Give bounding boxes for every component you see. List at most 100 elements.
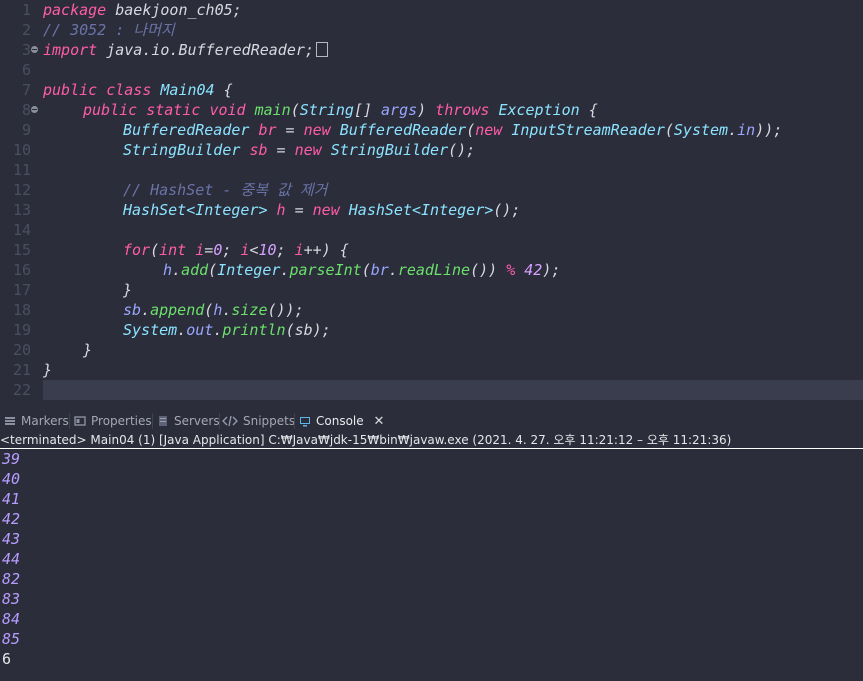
tab-divider	[69, 413, 70, 429]
line-number: 10	[12, 141, 31, 159]
line-number: 9	[21, 121, 31, 139]
line-number: 20	[12, 341, 31, 359]
keyword: throws	[435, 101, 490, 119]
tab-console[interactable]: Console ✕	[299, 410, 384, 432]
type-name: HashSet<Integer>	[123, 201, 268, 219]
keyword: new	[312, 201, 340, 219]
brace: }	[43, 361, 53, 379]
tab-divider	[152, 413, 153, 429]
code-line-16[interactable]: h.add(Integer.parseInt(br.readLine()) % …	[163, 260, 560, 280]
variable: h	[276, 201, 286, 219]
code-line-12[interactable]: // HashSet - 중복 값 제거	[123, 180, 327, 200]
console-icon	[300, 417, 310, 427]
keyword: public	[83, 101, 138, 119]
expand-fold-icon[interactable]	[31, 46, 38, 53]
code-line-2[interactable]: // 3052 : 나머지	[43, 20, 175, 40]
tab-label: Servers	[174, 414, 220, 428]
punct: []	[353, 101, 382, 119]
close-icon[interactable]: ✕	[373, 411, 384, 433]
code-line-17[interactable]: }	[123, 280, 132, 300]
type-name: StringBuilder	[123, 141, 241, 159]
tab-markers[interactable]: Markers	[4, 410, 69, 432]
tab-snippets[interactable]: Snippets	[222, 410, 295, 432]
collapse-fold-icon[interactable]	[31, 106, 38, 113]
field: in	[737, 121, 756, 139]
brace: {	[214, 81, 233, 99]
punct: (	[664, 121, 674, 139]
method-name: readLine	[397, 261, 471, 279]
code-line-8[interactable]: public static void main(String[] args) t…	[83, 100, 598, 120]
code-line-10[interactable]: StringBuilder sb = new StringBuilder();	[123, 140, 475, 160]
line-number: 3	[21, 41, 31, 59]
code-line-20[interactable]: }	[83, 340, 92, 360]
keyword: new	[294, 141, 322, 159]
keyword: new	[303, 121, 331, 139]
line-number: 8	[21, 101, 31, 119]
punct: (sb);	[285, 321, 331, 339]
tab-servers[interactable]: Servers	[157, 410, 220, 432]
line-number: 18	[12, 301, 31, 319]
type-name: System	[123, 321, 178, 339]
line-number: 16	[12, 261, 31, 279]
line-number: 6	[21, 61, 31, 79]
code-line-21[interactable]: }	[43, 360, 52, 380]
method-name: add	[181, 261, 209, 279]
comment: // HashSet - 중복 값 제거	[123, 181, 328, 199]
operator: =	[285, 201, 313, 219]
console-output[interactable]: 39 40 41 42 43 44 82 83 84 85 6	[0, 449, 863, 681]
line-number: 11	[12, 161, 31, 179]
punct: (	[361, 261, 371, 279]
code-line-1[interactable]: package baekjoon_ch05;	[43, 0, 242, 20]
punct: .	[141, 301, 151, 319]
punct: .	[177, 321, 187, 339]
tab-label: Markers	[21, 414, 69, 428]
console-status: <terminated> Main04 (1) [Java Applicatio…	[0, 432, 863, 448]
punct: ();	[448, 141, 476, 159]
tab-label: Snippets	[243, 414, 296, 428]
code-line-9[interactable]: BufferedReader br = new BufferedReader(n…	[123, 120, 782, 140]
operator: ++	[303, 241, 322, 259]
operator: %	[506, 261, 516, 279]
brace: }	[83, 341, 93, 359]
console-input-line: 44	[2, 550, 21, 568]
punct: (	[208, 261, 218, 279]
tab-divider	[219, 413, 220, 429]
tab-label: Properties	[91, 414, 152, 428]
code-line-13[interactable]: HashSet<Integer> h = new HashSet<Integer…	[123, 200, 520, 220]
code-line-18[interactable]: sb.append(h.size());	[123, 300, 304, 320]
line-number: 13	[12, 201, 31, 219]
console-result-line: 6	[2, 650, 12, 668]
code-line-7[interactable]: public class Main04 {	[43, 80, 233, 100]
punct: (	[466, 121, 476, 139]
view-tab-bar: Markers Properties Servers Snippets Cons…	[0, 410, 863, 432]
folded-imports-icon[interactable]	[315, 42, 328, 57]
keyword: static	[146, 101, 201, 119]
punct: ();	[493, 201, 521, 219]
line-number: 22	[12, 381, 31, 399]
console-input-line: 40	[2, 470, 21, 488]
console-input-line: 85	[2, 630, 21, 648]
param: args	[381, 101, 418, 119]
code-editor[interactable]: 1 2 3 6 7 8 9 10 11 12 13 14 15 16 17 18…	[0, 0, 863, 407]
tab-label: Console	[316, 414, 364, 428]
console-input-line: 39	[2, 450, 21, 468]
line-number: 1	[21, 1, 31, 19]
punct	[515, 261, 524, 279]
punct: );	[542, 261, 561, 279]
code-line-3[interactable]: import java.io.BufferedReader;	[43, 40, 328, 60]
type-name: BufferedReader	[339, 121, 467, 139]
method-name: main	[254, 101, 291, 119]
brace: }	[123, 281, 133, 299]
code-line-19[interactable]: System.out.println(sb);	[123, 320, 331, 340]
field: out	[186, 321, 214, 339]
console-input-line: 43	[2, 530, 21, 548]
variable: sb	[249, 141, 268, 159]
tab-properties[interactable]: Properties	[74, 410, 152, 432]
variable: i	[294, 241, 304, 259]
punct: ;	[222, 241, 241, 259]
method-name: parseInt	[289, 261, 362, 279]
keyword: package	[43, 1, 107, 19]
line-number: 17	[12, 281, 31, 299]
punct: .	[172, 261, 182, 279]
code-line-15[interactable]: for(int i=0; i<10; i++) {	[123, 240, 349, 260]
